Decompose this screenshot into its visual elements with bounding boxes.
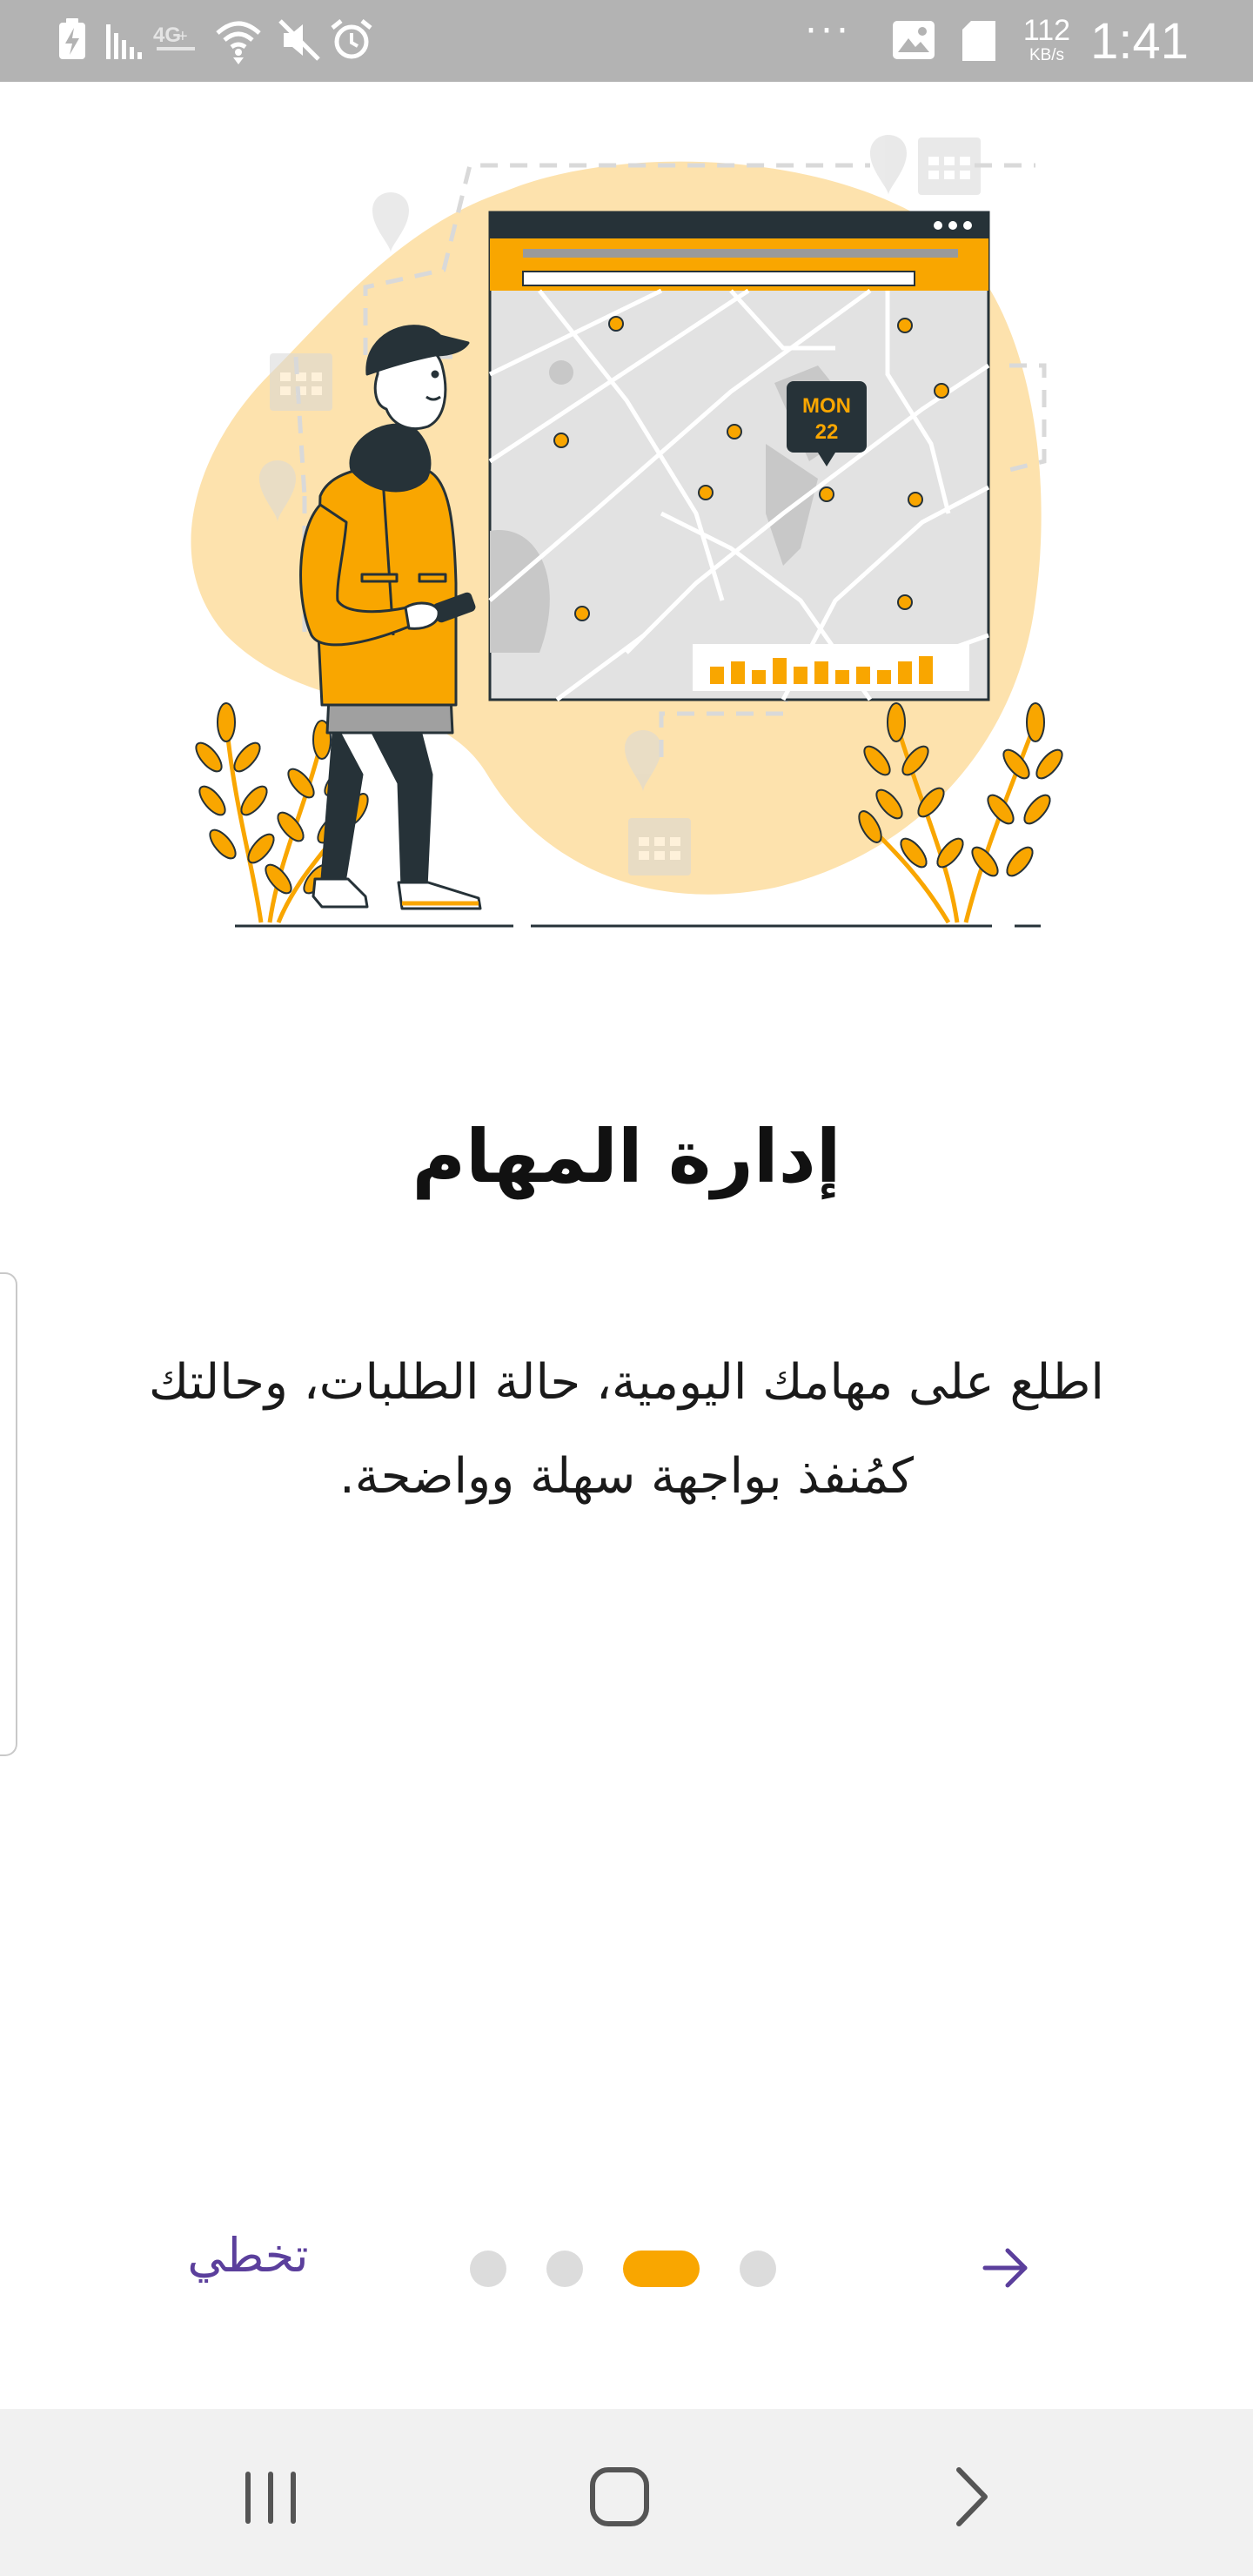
system-navigation-bar	[0, 2409, 1253, 2576]
page-indicator-dot-active[interactable]	[623, 2251, 700, 2287]
onboarding-description: اطلع على مهامك اليومية، حالة الطلبات، وح…	[149, 1354, 1104, 1505]
next-arrow-icon[interactable]	[975, 2237, 1037, 2299]
skip-button[interactable]: تخطي	[174, 2228, 322, 2283]
alarm-icon	[331, 19, 372, 59]
calendar-tooltip-day: MON	[802, 394, 851, 418]
network-speed-unit: KB/s	[1029, 46, 1065, 64]
calendar-icon	[918, 138, 981, 195]
sd-card-icon	[962, 21, 995, 61]
more-notifications-indicator: ···	[805, 9, 852, 53]
location-pin-icon	[372, 192, 409, 252]
signal-icon	[106, 24, 142, 59]
task-management-illustration: MON 22	[191, 135, 1063, 928]
charging-icon	[59, 18, 85, 59]
page-indicator	[470, 2251, 776, 2287]
image-icon	[893, 21, 935, 59]
status-bar: 4G + ··· 112 KB/s 1:41	[0, 0, 1253, 82]
lte-icon: 4G +	[153, 23, 195, 50]
svg-text:+: +	[178, 27, 188, 46]
edge-panel-handle[interactable]	[0, 1272, 17, 1756]
map-window: MON 22	[488, 211, 990, 702]
network-speed: 112 KB/s	[1016, 16, 1077, 64]
calendar-icon	[628, 818, 691, 875]
page-indicator-dot[interactable]	[470, 2251, 506, 2287]
calendar-tooltip-date: 22	[815, 420, 839, 444]
recent-apps-icon[interactable]	[231, 2458, 310, 2536]
onboarding-title: إدارة المهام	[412, 1114, 841, 1199]
status-clock: 1:41	[1090, 13, 1189, 70]
network-speed-value: 112	[1022, 14, 1071, 47]
wifi-icon	[216, 21, 261, 64]
back-icon[interactable]	[933, 2458, 1011, 2536]
page-indicator-dot[interactable]	[546, 2251, 583, 2287]
page-indicator-dot[interactable]	[740, 2251, 776, 2287]
mini-bar-chart	[693, 644, 969, 691]
onboarding-screen: 4G + ··· 112 KB/s 1:41 MON 22 إدارة المه…	[0, 0, 1253, 2576]
home-icon[interactable]	[580, 2458, 659, 2536]
calendar-icon	[270, 353, 332, 411]
location-pin-icon	[870, 135, 907, 195]
mute-icon	[278, 19, 320, 61]
